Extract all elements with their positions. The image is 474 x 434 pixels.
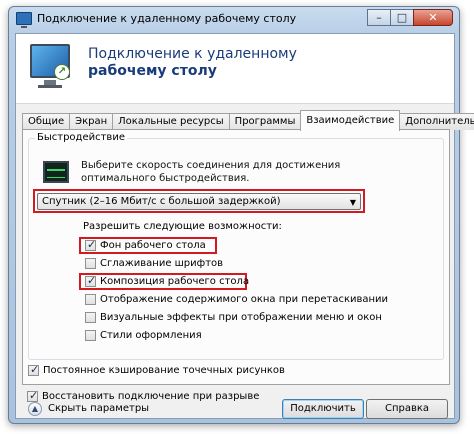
- performance-description: Выберите скорость соединения для достиже…: [81, 160, 341, 184]
- window-title: Подключение к удаленному рабочему столу: [37, 12, 297, 25]
- tab-strip: Общие Экран Локальные ресурсы Программы …: [22, 110, 474, 131]
- remote-desktop-icon: [16, 12, 32, 28]
- checkbox-checked[interactable]: [85, 238, 96, 251]
- allow-features-label: Разрешить следующие возможности:: [83, 221, 282, 232]
- dialog-header: ↗ Подключение к удаленному рабочему стол…: [16, 34, 454, 104]
- option-label: Постоянное кэширование точечных рисунков: [43, 365, 285, 376]
- help-button[interactable]: Справка: [366, 399, 448, 419]
- performance-group-label: Быстродействие: [35, 132, 127, 143]
- minimize-button[interactable]: –: [367, 9, 391, 26]
- dialog-footer: ▲ Скрыть параметры Подключить Справка: [16, 398, 454, 426]
- tab-general[interactable]: Общие: [22, 113, 71, 130]
- hide-options-link[interactable]: Скрыть параметры: [48, 403, 149, 414]
- experience-panel: Быстродействие Выберите скорость соедине…: [22, 129, 450, 385]
- option-label: Отображение содержимого окна при перетас…: [100, 294, 389, 305]
- chevron-up-icon[interactable]: ▲: [28, 402, 42, 416]
- dialog-client: ↗ Подключение к удаленному рабочему стол…: [15, 33, 474, 419]
- rdp-window: Подключение к удаленному рабочему столу …: [8, 6, 474, 424]
- option-desktop-composition[interactable]: Композиция рабочего стола: [85, 274, 250, 288]
- maximize-button[interactable]: □: [390, 9, 414, 26]
- checkbox-checked[interactable]: [85, 274, 96, 287]
- title-bar[interactable]: Подключение к удаленному рабочему столу …: [9, 7, 459, 31]
- header-title-line2: рабочему столу: [88, 63, 217, 79]
- option-menu-animation[interactable]: Визуальные эффекты при отображении меню …: [85, 311, 382, 324]
- dropdown-arrow-icon[interactable]: ▼: [350, 195, 356, 210]
- tab-local-resources[interactable]: Локальные ресурсы: [112, 113, 230, 130]
- option-label: Фон рабочего стола: [100, 240, 206, 251]
- option-label: Визуальные эффекты при отображении меню …: [100, 312, 382, 323]
- option-label: Сглаживание шрифтов: [100, 258, 224, 269]
- checkbox[interactable]: [85, 258, 96, 269]
- tab-advanced[interactable]: Дополнительно: [399, 113, 474, 130]
- option-bitmap-caching[interactable]: Постоянное кэширование точечных рисунков: [28, 363, 285, 377]
- checkbox[interactable]: [85, 294, 96, 305]
- header-title-line1: Подключение к удаленному: [88, 46, 297, 62]
- performance-group: Быстродействие Выберите скорость соедине…: [28, 132, 444, 360]
- checkbox[interactable]: [85, 330, 96, 341]
- tab-experience[interactable]: Взаимодействие: [300, 110, 401, 131]
- monitor-base: [38, 85, 62, 88]
- performance-monitor-icon: [43, 161, 69, 183]
- speed-select-highlight: Спутник (2–16 Мбит/с с большой задержкой…: [33, 189, 365, 213]
- connection-speed-select[interactable]: Спутник (2–16 Мбит/с с большой задержкой…: [37, 193, 361, 210]
- checkbox-checked[interactable]: [28, 363, 39, 376]
- close-button[interactable]: ✕: [413, 9, 453, 26]
- tab-display[interactable]: Экран: [69, 113, 114, 130]
- connection-speed-value: Спутник (2–16 Мбит/с с большой задержкой…: [42, 196, 281, 207]
- option-show-window-contents[interactable]: Отображение содержимого окна при перетас…: [85, 293, 388, 306]
- option-label: Композиция рабочего стола: [100, 276, 250, 287]
- checkbox[interactable]: [85, 312, 96, 323]
- connect-button[interactable]: Подключить: [282, 399, 364, 419]
- option-font-smoothing[interactable]: Сглаживание шрифтов: [85, 257, 223, 270]
- option-label: Стили оформления: [100, 330, 202, 341]
- window-controls: – □ ✕: [367, 9, 453, 26]
- option-themes[interactable]: Стили оформления: [85, 329, 202, 342]
- option-desktop-background[interactable]: Фон рабочего стола: [85, 238, 206, 252]
- connection-arrow-icon: ↗: [54, 64, 70, 80]
- header-title: Подключение к удаленному рабочему столу: [88, 46, 297, 80]
- tab-programs[interactable]: Программы: [228, 113, 302, 130]
